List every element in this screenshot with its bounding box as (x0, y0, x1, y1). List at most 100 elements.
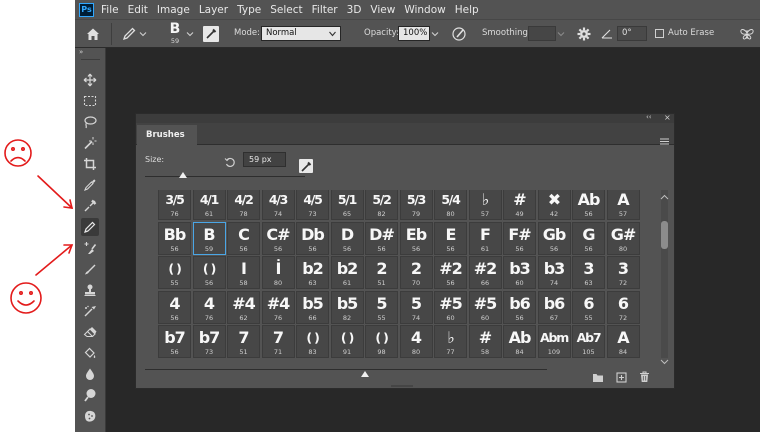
stamp-tool-icon[interactable] (81, 281, 99, 299)
mode-select[interactable]: Normal (261, 26, 341, 41)
brush-preset-cell[interactable]: b2 61 (330, 256, 364, 289)
grid-scrollbar[interactable] (660, 190, 669, 365)
brush-preset-cell[interactable]: 5/4 80 (434, 190, 467, 220)
marquee-tool-icon[interactable] (81, 92, 99, 110)
brush-preset-cell[interactable]: ( ) 91 (330, 325, 364, 358)
brush-preset-cell[interactable]: b5 82 (330, 290, 364, 324)
size-input[interactable]: 59 px (243, 152, 286, 167)
panel-title-bar[interactable]: ‹‹ × (136, 113, 674, 123)
collapse-toolbar-icon[interactable]: » (79, 48, 83, 56)
brush-preset-cell[interactable]: Bb 56 (158, 221, 191, 255)
smudge-brush-tool-icon[interactable] (81, 302, 99, 320)
brush-preset-cell[interactable]: b7 56 (158, 325, 191, 358)
brush-preset-cell[interactable]: #5 60 (468, 290, 502, 324)
crop-tool-icon[interactable] (81, 155, 99, 173)
brush-preset-cell[interactable]: 4 76 (192, 290, 226, 324)
opacity-input[interactable]: 100% (398, 26, 430, 41)
brush-preset-cell[interactable]: #5 60 (434, 290, 467, 324)
folder-icon[interactable] (592, 368, 604, 382)
trash-icon[interactable] (639, 368, 650, 382)
pencil-tool-icon[interactable] (81, 218, 99, 236)
brush-preset-cell[interactable]: b2 63 (296, 256, 329, 289)
brush-preset-cell[interactable]: #2 56 (434, 256, 467, 289)
brush-preset-cell[interactable]: 4 80 (399, 325, 433, 358)
size-slider-thumb[interactable] (179, 172, 187, 178)
brush-preset-cell[interactable]: 7 51 (227, 325, 260, 358)
brush-preset-cell[interactable]: D 56 (330, 221, 364, 255)
brush-preset-cell[interactable]: A 84 (606, 325, 640, 358)
brush-preset-cell[interactable]: ♭ 77 (434, 325, 467, 358)
brush-preset-cell[interactable]: İ 80 (261, 256, 295, 289)
brush-preset-cell[interactable]: G 56 (572, 221, 605, 255)
brush-preset-cell[interactable]: C# 56 (261, 221, 295, 255)
brush-picker-chevron-icon[interactable] (186, 30, 194, 38)
new-brush-icon[interactable] (616, 368, 627, 383)
clone-stamp-tool-icon[interactable] (81, 239, 99, 257)
menu-layer[interactable]: Layer (199, 4, 228, 16)
brush-preset-cell[interactable]: #4 62 (227, 290, 260, 324)
brush-preset-cell[interactable]: A 57 (606, 190, 640, 220)
brush-preset-cell[interactable]: 3 72 (606, 256, 640, 289)
healing-brush-tool-icon[interactable] (81, 197, 99, 215)
brush-preset-cell[interactable]: 2 51 (365, 256, 398, 289)
brush-preset-cell[interactable]: ♭ 57 (468, 190, 502, 220)
brush-preset-cell[interactable]: 5 74 (399, 290, 433, 324)
brush-preset-cell[interactable]: b6 67 (537, 290, 571, 324)
brush-preset-cell[interactable]: 5/3 79 (399, 190, 433, 220)
brush-panel-toggle-icon[interactable] (203, 26, 219, 42)
sponge-tool-icon[interactable] (81, 407, 99, 425)
brush-preset-cell[interactable]: B 59 (192, 221, 226, 255)
brush-preset-cell[interactable]: 4/3 74 (261, 190, 295, 220)
panel-menu-icon[interactable] (660, 130, 669, 145)
brush-preset-cell[interactable]: Eb 56 (399, 221, 433, 255)
brush-preset-cell[interactable]: 4/2 78 (227, 190, 260, 220)
close-panel-icon[interactable]: × (664, 113, 671, 122)
scroll-up-icon[interactable] (660, 185, 669, 200)
brush-preset-cell[interactable]: C 56 (227, 221, 260, 255)
menu-3d[interactable]: 3D (347, 4, 362, 16)
menu-filter[interactable]: Filter (312, 4, 338, 16)
brush-preset-cell[interactable]: 4/1 61 (192, 190, 226, 220)
brush-preset-cell[interactable]: 5 55 (365, 290, 398, 324)
menu-select[interactable]: Select (270, 4, 302, 16)
brush-preset-cell[interactable]: b6 56 (503, 290, 536, 324)
dodge-tool-icon[interactable] (81, 386, 99, 404)
brush-preset-cell[interactable]: Abm 109 (537, 325, 571, 358)
brush-preset-cell[interactable]: 4 56 (158, 290, 191, 324)
auto-erase-checkbox[interactable] (655, 29, 664, 38)
menu-file[interactable]: File (101, 4, 119, 16)
brush-preview-glyph[interactable]: B (167, 21, 183, 37)
brush-preset-cell[interactable]: #2 66 (468, 256, 502, 289)
history-brush-tool-icon[interactable] (81, 260, 99, 278)
brush-preset-cell[interactable]: 4/5 73 (296, 190, 329, 220)
brush-preset-cell[interactable]: 3/5 76 (158, 190, 191, 220)
brush-preset-cell[interactable]: 5/2 82 (365, 190, 398, 220)
pencil-tool-preset-icon[interactable] (121, 26, 137, 42)
collapse-panel-icon[interactable]: ‹‹ (646, 113, 652, 122)
lasso-tool-icon[interactable] (81, 113, 99, 131)
brush-preset-cell[interactable]: Ab7 105 (572, 325, 605, 358)
eyedropper-tool-icon[interactable] (81, 176, 99, 194)
magic-wand-tool-icon[interactable] (81, 134, 99, 152)
preview-size-slider-track[interactable] (145, 369, 547, 370)
menu-window[interactable]: Window (404, 4, 445, 16)
brush-preset-cell[interactable]: b7 73 (192, 325, 226, 358)
brush-preset-cell[interactable]: ( ) 98 (365, 325, 398, 358)
brush-preset-cell[interactable]: b3 74 (537, 256, 571, 289)
home-icon[interactable] (85, 26, 101, 42)
brush-preset-cell[interactable]: 2 70 (399, 256, 433, 289)
opacity-chevron-icon[interactable] (431, 30, 439, 38)
angle-input[interactable]: 0° (617, 26, 647, 41)
menu-view[interactable]: View (370, 4, 395, 16)
brush-preset-cell[interactable]: #58 (468, 325, 502, 358)
brush-preset-cell[interactable]: b5 66 (296, 290, 329, 324)
brush-preset-cell[interactable]: Ab 84 (503, 325, 536, 358)
brush-preset-cell[interactable]: F# 56 (503, 221, 536, 255)
brush-preset-cell[interactable]: ( ) 56 (192, 256, 226, 289)
scrollbar-thumb[interactable] (661, 221, 668, 249)
brush-preset-cell[interactable]: ( ) 55 (158, 256, 191, 289)
move-tool-icon[interactable] (81, 71, 99, 89)
menu-image[interactable]: Image (157, 4, 190, 16)
brush-preset-cell[interactable]: Ab 56 (572, 190, 605, 220)
chevron-down-icon[interactable] (139, 30, 147, 38)
